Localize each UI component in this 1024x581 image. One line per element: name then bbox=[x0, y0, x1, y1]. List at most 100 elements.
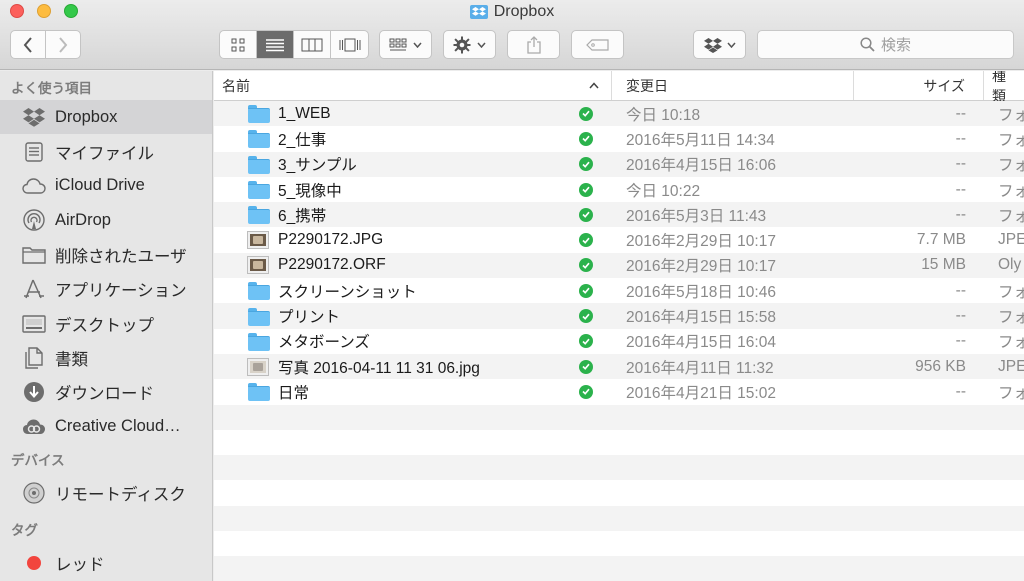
tag-red-icon bbox=[22, 551, 46, 575]
list-view-button[interactable] bbox=[257, 31, 294, 58]
sidebar-item-deleted-users[interactable]: 削除されたユーザ bbox=[0, 238, 212, 272]
file-name-cell: P2290172.JPG bbox=[214, 231, 612, 250]
file-name-cell: 2_仕事 bbox=[214, 128, 612, 150]
file-row[interactable]: メタボーンズ 2016年4月15日 16:04 -- フォ bbox=[214, 328, 1024, 354]
action-button[interactable] bbox=[443, 30, 496, 59]
sidebar-item-label: Creative Cloud… bbox=[55, 417, 181, 436]
sidebar-header-favorites: よく使う項目 bbox=[11, 81, 92, 96]
file-row[interactable]: 5_現像中 今日 10:22 -- フォ bbox=[214, 176, 1024, 203]
file-name-cell: 日常 bbox=[214, 381, 612, 403]
file-date: 2016年4月21日 15:02 bbox=[626, 384, 776, 402]
file-date: 2016年5月11日 14:34 bbox=[626, 131, 775, 149]
column-header-name[interactable]: 名前 bbox=[214, 71, 612, 100]
file-size: -- bbox=[955, 205, 966, 223]
file-name: メタボーンズ bbox=[278, 334, 370, 352]
file-row[interactable]: P2290172.ORF 2016年2月29日 10:17 15 MB Oly bbox=[214, 252, 1024, 279]
dropbox-menu-button[interactable] bbox=[693, 30, 746, 59]
search-field[interactable]: 検索 bbox=[757, 30, 1014, 59]
sync-complete-icon bbox=[579, 258, 593, 273]
search-icon bbox=[860, 37, 875, 52]
sidebar-item-label: デスクトップ bbox=[55, 316, 154, 335]
sidebar-item-label: AirDrop bbox=[55, 210, 111, 229]
file-date: 2016年2月29日 10:17 bbox=[626, 233, 776, 251]
sync-complete-icon bbox=[579, 384, 593, 399]
cover-flow-button[interactable] bbox=[331, 31, 368, 58]
folder-icon bbox=[248, 105, 270, 124]
creative-cloud-icon bbox=[22, 415, 46, 439]
folder-icon bbox=[248, 181, 270, 200]
file-name: 6_携帯 bbox=[278, 207, 327, 225]
sync-complete-icon bbox=[579, 334, 593, 349]
column-header-size[interactable]: サイズ bbox=[854, 71, 984, 100]
file-row[interactable]: 写真 2016-04-11 11 31 06.jpg 2016年4月11日 11:… bbox=[214, 353, 1024, 380]
file-date: 2016年4月15日 15:58 bbox=[626, 309, 776, 327]
file-kind: フォ bbox=[998, 182, 1024, 200]
file-row[interactable]: スクリーンショット 2016年5月18日 10:46 -- フォ bbox=[214, 278, 1024, 304]
file-name: スクリーンショット bbox=[278, 283, 417, 301]
file-size: 956 KB bbox=[915, 357, 966, 375]
file-name: 3_サンプル bbox=[278, 157, 357, 175]
file-size: -- bbox=[955, 281, 966, 299]
column-header-kind[interactable]: 種類 bbox=[984, 71, 1024, 104]
file-row[interactable]: 日常 2016年4月21日 15:02 -- フォ bbox=[214, 379, 1024, 405]
sidebar-item-remote-disc[interactable]: リモートディスク bbox=[0, 476, 212, 510]
sync-complete-icon bbox=[579, 207, 593, 222]
column-view-button[interactable] bbox=[294, 31, 331, 58]
file-row[interactable]: P2290172.JPG 2016年2月29日 10:17 7.7 MB JPE bbox=[214, 227, 1024, 253]
sidebar-item-tag-red[interactable]: レッド bbox=[0, 546, 212, 580]
empty-row bbox=[214, 556, 1024, 581]
sidebar-item-desktop[interactable]: デスクトップ bbox=[0, 306, 212, 340]
remote-disc-icon bbox=[22, 481, 46, 505]
sidebar-header-tags: タグ bbox=[11, 523, 38, 539]
file-name-cell: 3_サンプル bbox=[214, 153, 612, 175]
file-row[interactable]: 2_仕事 2016年5月11日 14:34 -- フォ bbox=[214, 126, 1024, 152]
file-size: -- bbox=[955, 104, 966, 122]
sidebar-item-dropbox[interactable]: Dropbox bbox=[0, 100, 212, 135]
column-header-date-label: 変更日 bbox=[626, 77, 668, 94]
edit-tags-button[interactable] bbox=[571, 30, 624, 59]
empty-row bbox=[214, 404, 1024, 430]
sidebar-item-airdrop[interactable]: AirDrop bbox=[0, 203, 212, 237]
file-size: -- bbox=[955, 129, 966, 147]
arrange-button[interactable] bbox=[379, 30, 432, 59]
file-name-cell: メタボーンズ bbox=[214, 330, 612, 352]
file-name-cell: 6_携帯 bbox=[214, 204, 612, 226]
sidebar-item-documents[interactable]: 書類 bbox=[0, 341, 212, 375]
applications-icon bbox=[22, 277, 46, 301]
file-row[interactable]: 3_サンプル 2016年4月15日 16:06 -- フォ bbox=[214, 151, 1024, 177]
forward-button[interactable] bbox=[46, 31, 81, 58]
sidebar-item-all-my-files[interactable]: マイファイル bbox=[0, 134, 212, 168]
sidebar-item-label: iCloud Drive bbox=[55, 176, 145, 195]
share-button[interactable] bbox=[507, 30, 560, 59]
file-date: 2016年2月29日 10:17 bbox=[626, 258, 776, 276]
file-name: 写真 2016-04-11 11 31 06.jpg bbox=[278, 359, 480, 377]
empty-row bbox=[214, 429, 1024, 456]
sidebar-item-label: リモートディスク bbox=[55, 486, 186, 505]
file-kind: フォ bbox=[998, 334, 1024, 352]
sidebar-item-creative-cloud[interactable]: Creative Cloud… bbox=[0, 410, 212, 444]
dropbox-icon bbox=[22, 105, 46, 129]
file-kind: フォ bbox=[998, 384, 1024, 402]
sidebar-item-applications[interactable]: アプリケーション bbox=[0, 272, 212, 306]
folder-icon bbox=[22, 243, 46, 267]
file-row[interactable]: プリント 2016年4月15日 15:58 -- フォ bbox=[214, 303, 1024, 329]
file-date: 2016年4月11日 11:32 bbox=[626, 359, 774, 377]
back-button[interactable] bbox=[11, 31, 46, 58]
file-date: 2016年4月15日 16:06 bbox=[626, 157, 776, 175]
file-kind: フォ bbox=[998, 207, 1024, 225]
sidebar-item-downloads[interactable]: ダウンロード bbox=[0, 375, 212, 409]
sidebar-item-icloud-drive[interactable]: iCloud Drive bbox=[0, 169, 212, 203]
file-row[interactable]: 1_WEB 今日 10:18 -- フォ bbox=[214, 101, 1024, 127]
sync-complete-icon bbox=[579, 233, 593, 248]
file-size: 15 MB bbox=[921, 256, 966, 274]
icon-view-button[interactable] bbox=[220, 31, 257, 58]
file-name: プリント bbox=[278, 309, 341, 327]
file-kind: JPE bbox=[998, 231, 1024, 249]
file-list: 名前 変更日 サイズ 種類 1_WEB 今日 10:18 -- フォ 2_仕事 2016年… bbox=[214, 71, 1024, 581]
file-row[interactable]: 6_携帯 2016年5月3日 11:43 -- フォ bbox=[214, 202, 1024, 228]
file-date: 2016年5月18日 10:46 bbox=[626, 283, 776, 301]
list-view-icon bbox=[266, 38, 284, 51]
column-header-date[interactable]: 変更日 bbox=[612, 71, 854, 100]
documents-icon bbox=[22, 346, 46, 370]
arrange-icon bbox=[389, 38, 407, 50]
